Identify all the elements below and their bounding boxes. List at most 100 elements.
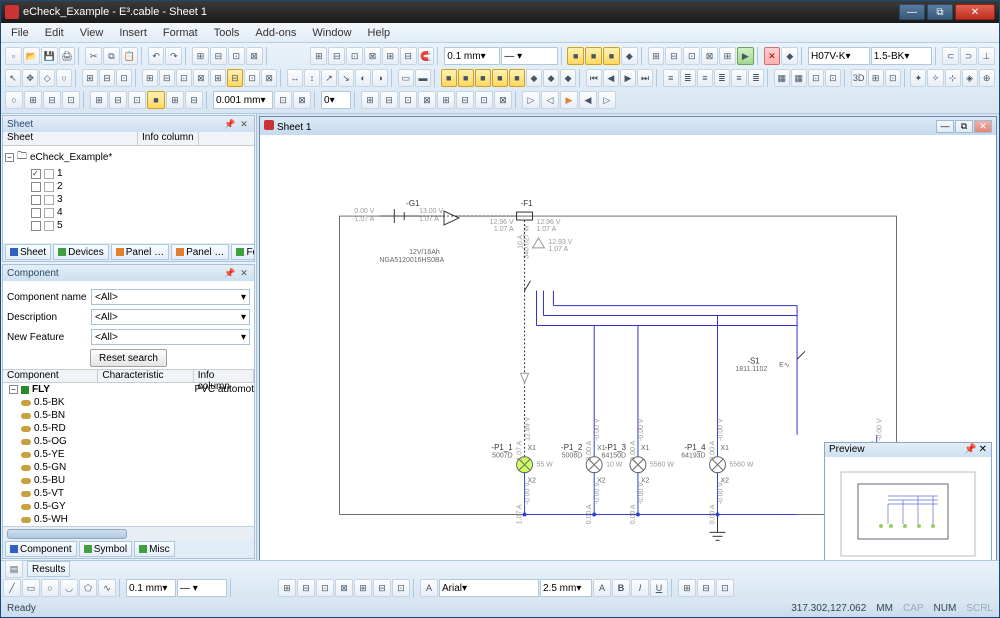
collapse-icon[interactable]: − [5, 153, 14, 162]
fontsize-combo[interactable]: 2.5 mm▾ [540, 579, 592, 597]
cut-icon[interactable]: ✂ [85, 47, 102, 65]
tree-sheet-item[interactable]: 4 [5, 206, 252, 219]
tool-icon[interactable]: ◆ [781, 47, 798, 65]
checkbox-icon[interactable] [31, 195, 41, 205]
select-component-name[interactable]: <All>▾ [91, 289, 250, 305]
tool-icon[interactable]: ◁ [541, 91, 559, 109]
tool-icon[interactable]: ⊟ [109, 91, 127, 109]
tab-misc[interactable]: Misc [134, 541, 175, 557]
tool-icon[interactable]: ⊡ [316, 579, 334, 597]
tool-icon[interactable]: ◆ [621, 47, 638, 65]
tool-icon[interactable]: ○ [5, 91, 23, 109]
line-icon[interactable]: ╱ [3, 579, 21, 597]
text-icon[interactable]: A [420, 579, 438, 597]
checkbox-icon[interactable] [31, 221, 41, 231]
tool-icon[interactable]: ◀ [579, 91, 597, 109]
col-sheet[interactable]: Sheet [3, 132, 138, 145]
menu-edit[interactable]: Edit [39, 25, 70, 41]
tool-icon[interactable]: ⊡ [716, 579, 734, 597]
arrow-icon[interactable]: ↖ [5, 69, 21, 87]
tool-icon[interactable]: ⊞ [24, 91, 42, 109]
tool-icon[interactable]: ⊡ [399, 91, 417, 109]
tree-sheet-item[interactable]: 2 [5, 180, 252, 193]
tool-icon[interactable]: ⊡ [128, 91, 146, 109]
grid-icon[interactable]: ⊠ [364, 47, 381, 65]
pin-icon[interactable]: 📌 [964, 444, 976, 455]
rect-icon[interactable]: ▭ [22, 579, 40, 597]
tool-icon[interactable]: ✦ [910, 69, 926, 87]
tool-icon[interactable]: ⊠ [701, 47, 718, 65]
tool-icon[interactable]: ▷ [598, 91, 616, 109]
tool-icon[interactable]: ⊞ [142, 69, 158, 87]
tool-icon[interactable]: ⊟ [456, 91, 474, 109]
menu-insert[interactable]: Insert [113, 25, 153, 41]
fontcolor-icon[interactable]: A [593, 579, 611, 597]
tab-panel2[interactable]: Panel … [171, 244, 229, 260]
grid-icon[interactable]: ⊞ [310, 47, 327, 65]
tool-icon[interactable]: ■ [147, 91, 165, 109]
tool-icon[interactable]: ⊞ [90, 91, 108, 109]
tool-icon[interactable]: ⊡ [392, 579, 410, 597]
tool-icon[interactable]: ⊟ [665, 47, 682, 65]
grid-icon[interactable]: ⊟ [400, 47, 417, 65]
preview-body[interactable] [825, 457, 991, 560]
tool-icon[interactable]: ⊠ [494, 91, 512, 109]
tool-icon[interactable]: ⊟ [297, 579, 315, 597]
results-icon[interactable]: ▤ [5, 560, 23, 578]
menu-file[interactable]: File [5, 25, 35, 41]
nav-prev-icon[interactable]: ◀ [603, 69, 619, 87]
menu-tools[interactable]: Tools [208, 25, 246, 41]
tool-icon[interactable]: ⊠ [261, 69, 277, 87]
tool-icon[interactable]: ⊞ [648, 47, 665, 65]
tool-icon[interactable]: ⊡ [808, 69, 824, 87]
tool-icon[interactable]: ↗ [321, 69, 337, 87]
checkbox-icon[interactable] [31, 169, 41, 179]
tool-icon[interactable]: ◆ [543, 69, 559, 87]
tab-devices[interactable]: Devices [53, 244, 109, 260]
tool-icon[interactable]: ⊹ [945, 69, 961, 87]
doc-maximize-button[interactable]: ⧉ [955, 120, 973, 133]
wiresize-combo[interactable]: 1.5-BK ▾ [871, 47, 933, 65]
curve-icon[interactable]: ∿ [98, 579, 116, 597]
tool-icon[interactable]: ⊟ [159, 69, 175, 87]
tool-icon[interactable]: ⊡ [62, 91, 80, 109]
tool-icon[interactable]: ◇ [39, 69, 55, 87]
grid-row[interactable]: 0.5-BU [3, 474, 254, 487]
wiretype-combo[interactable]: H07V-K ▾ [808, 47, 870, 65]
component-hscroll[interactable] [3, 526, 254, 540]
tool-icon[interactable]: ⊠ [193, 69, 209, 87]
menu-window[interactable]: Window [306, 25, 357, 41]
tool-icon[interactable]: ⊞ [719, 47, 736, 65]
align-icon[interactable]: ≡ [731, 69, 747, 87]
tool-icon[interactable]: ⊠ [293, 91, 311, 109]
open-icon[interactable]: 📂 [23, 47, 40, 65]
tool-icon[interactable]: ▦ [791, 69, 807, 87]
tool-icon[interactable]: ■ [475, 69, 491, 87]
tool-icon[interactable]: ■ [441, 69, 457, 87]
linewidth-combo[interactable]: 0.1 mm▾ [126, 579, 176, 597]
tool-icon[interactable]: ⊞ [354, 579, 372, 597]
tool-icon[interactable]: ⊡ [228, 47, 245, 65]
tool-icon[interactable]: ⊟ [43, 91, 61, 109]
tool-icon[interactable]: ✧ [927, 69, 943, 87]
checkbox-icon[interactable] [31, 182, 41, 192]
tab-formb[interactable]: Formb… [231, 244, 254, 260]
col-infocolumn[interactable]: Info column [194, 370, 254, 382]
grid-row[interactable]: 0.5-WH [3, 513, 254, 526]
tool-icon[interactable]: ⊟ [373, 579, 391, 597]
tab-panel1[interactable]: Panel … [111, 244, 169, 260]
copy-icon[interactable]: ⧉ [103, 47, 120, 65]
align-icon[interactable]: ≡ [697, 69, 713, 87]
close-icon[interactable]: ✕ [979, 444, 987, 455]
tool-icon[interactable]: ⊡ [176, 69, 192, 87]
3d-icon[interactable]: 3D [851, 69, 867, 87]
tool-icon[interactable]: ◆ [560, 69, 576, 87]
select-newfeature[interactable]: <All>▾ [91, 329, 250, 345]
menu-view[interactable]: View [74, 25, 110, 41]
grid-row[interactable]: 0.5-YE [3, 448, 254, 461]
tool-icon[interactable]: ↔ [287, 69, 303, 87]
tool-icon[interactable]: ■ [509, 69, 525, 87]
tool-icon[interactable]: ▭ [398, 69, 414, 87]
font-combo[interactable]: Arial ▾ [439, 579, 539, 597]
redo-icon[interactable]: ↷ [165, 47, 182, 65]
